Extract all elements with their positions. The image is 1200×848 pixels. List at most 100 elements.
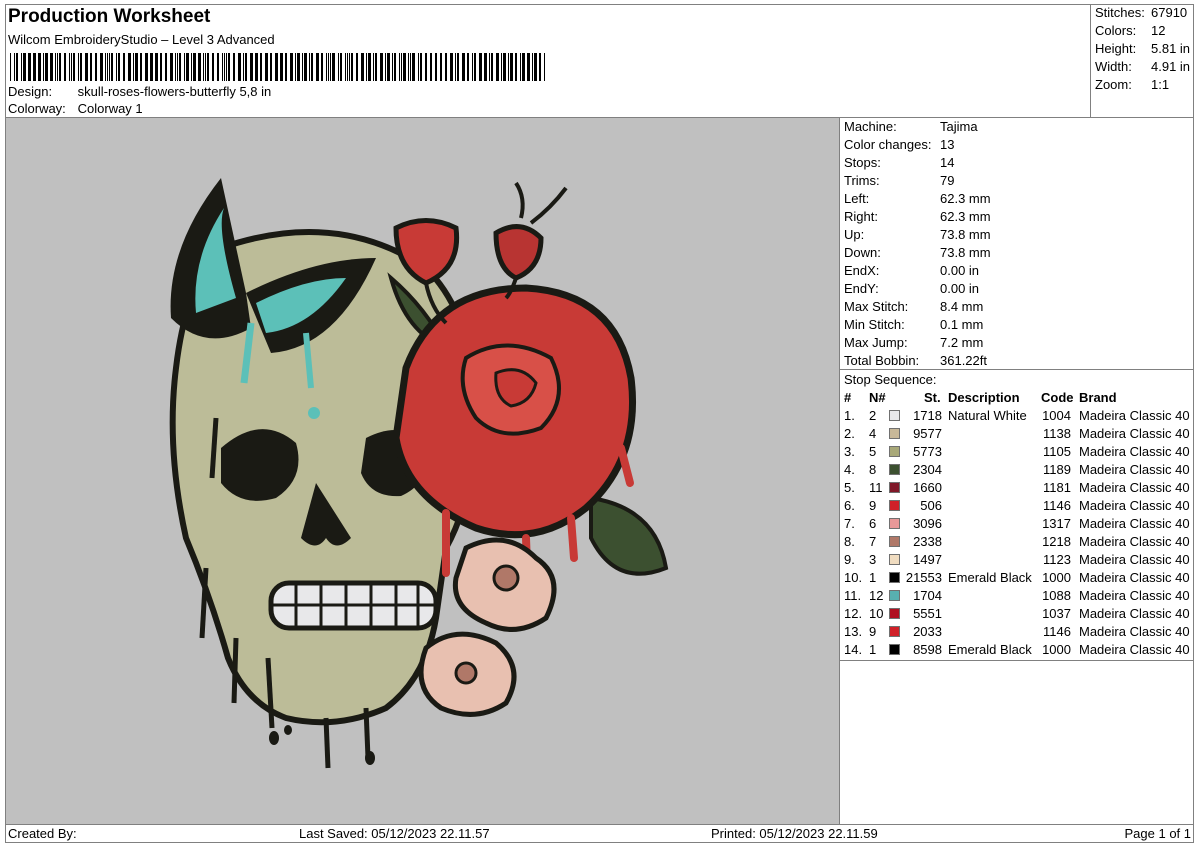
needle-number: 5 [869, 444, 877, 459]
drip-dots [269, 725, 375, 765]
thread-brand: Madeira Classic 40 [1079, 498, 1190, 513]
printed-date: Printed: 05/12/2023 22.11.59 [711, 826, 878, 841]
table-row: 5. 11 1660 1181 Madeira Classic 40 [840, 479, 1194, 497]
machine-info-row: Trims: 79 [844, 173, 954, 188]
stitch-count: 5551 [913, 606, 942, 621]
stitch-count: 1497 [913, 552, 942, 567]
needle-number: 1 [869, 642, 877, 657]
info-label: Right: [844, 209, 878, 224]
thread-code: 1138 [1043, 426, 1071, 441]
colorway-value: Colorway 1 [77, 101, 143, 116]
stat-colors: Colors: 12 [1095, 23, 1166, 38]
stop-sequence-title: Stop Sequence: [844, 372, 937, 387]
info-label: Total Bobbin: [844, 353, 920, 368]
color-swatch [889, 536, 900, 547]
machine-info-row: Down: 73.8 mm [844, 245, 991, 260]
needle-number: 6 [869, 516, 877, 531]
thread-brand: Madeira Classic 40 [1079, 516, 1190, 531]
colorway-row: Colorway: Colorway 1 [8, 101, 143, 116]
stop-number: 14. [844, 642, 863, 657]
thread-code: 1146 [1043, 624, 1071, 639]
needle-number: 9 [869, 498, 877, 513]
needle-number: 4 [869, 426, 877, 441]
stop-number: 11. [844, 588, 862, 603]
stop-number: 12. [844, 606, 863, 621]
stitch-count: 3096 [913, 516, 942, 531]
machine-info-row: Right: 62.3 mm [844, 209, 991, 224]
needle-number: 2 [869, 408, 877, 423]
info-label: Color changes: [844, 137, 932, 152]
color-swatch [889, 410, 900, 421]
color-swatch [889, 446, 900, 457]
stop-number: 9. [844, 552, 855, 567]
info-value: 13 [940, 137, 955, 152]
stitch-count: 1718 [913, 408, 942, 423]
table-row: 6. 9 506 1146 Madeira Classic 40 [840, 497, 1194, 515]
thread-code: 1123 [1043, 552, 1071, 567]
stitch-count: 8598 [913, 642, 942, 657]
info-label: EndY: [844, 281, 879, 296]
stat-zoom: Zoom: 1:1 [1095, 77, 1170, 92]
flower [452, 537, 557, 632]
table-row: 4. 8 2304 1189 Madeira Classic 40 [840, 461, 1194, 479]
table-row: 12. 10 5551 1037 Madeira Classic 40 [840, 605, 1194, 623]
embroidery-illustration [169, 178, 669, 769]
stop-number: 13. [844, 624, 863, 639]
info-value: 79 [940, 173, 955, 188]
thread-code: 1218 [1042, 534, 1071, 549]
color-swatch [889, 608, 900, 619]
divider [840, 660, 1194, 661]
machine-info-row: Min Stitch: 0.1 mm [844, 317, 983, 332]
worksheet-header: Production Worksheet Wilcom EmbroiderySt… [6, 5, 1090, 117]
design-value: skull-roses-flowers-butterfly 5,8 in [77, 84, 272, 99]
color-swatch [889, 500, 900, 511]
stitch-count: 21553 [905, 570, 942, 585]
color-description: Natural White [948, 408, 1027, 423]
leaf [589, 495, 669, 576]
created-by: Created By: [8, 826, 77, 841]
barcode [10, 53, 545, 81]
info-value: 0.00 in [940, 281, 980, 296]
col-brand: Brand [1079, 390, 1117, 405]
info-value: 7.2 mm [940, 335, 984, 350]
thread-code: 1037 [1042, 606, 1071, 621]
needle-number: 7 [869, 534, 877, 549]
info-value: 14 [940, 155, 955, 170]
needle-number: 3 [869, 552, 877, 567]
machine-info: Machine: Tajima Color changes: 13 Stops: 14 Tr… [840, 118, 1194, 370]
stop-number: 6. [844, 498, 855, 513]
thread-code: 1317 [1042, 516, 1071, 531]
stitch-count: 2304 [913, 462, 942, 477]
info-value: 62.3 mm [940, 191, 991, 206]
thread-code: 1000 [1042, 642, 1071, 657]
table-row: 14. 1 8598 Emerald Black 1000 Madeira Classic… [840, 641, 1194, 659]
info-label: Left: [844, 191, 870, 206]
info-label: EndX: [844, 263, 880, 278]
thread-code: 1189 [1043, 462, 1071, 477]
col-num: # [844, 390, 852, 405]
color-swatch [889, 554, 900, 565]
stat-stitches: Stitches: 67910 [1095, 5, 1188, 20]
table-row: 2. 4 9577 1138 Madeira Classic 40 [840, 425, 1194, 443]
stitch-count: 9577 [913, 426, 942, 441]
machine-info-row: Color changes: 13 [844, 137, 954, 152]
stop-number: 2. [844, 426, 855, 441]
stat-width: Width: 4.91 in [1095, 59, 1191, 74]
thread-code: 1181 [1043, 480, 1071, 495]
info-value: 8.4 mm [940, 299, 984, 314]
colorway-label: Colorway: [8, 101, 66, 116]
stitch-count: 506 [920, 498, 942, 513]
table-row: 3. 5 5773 1105 Madeira Classic 40 [840, 443, 1194, 461]
thread-code: 1088 [1042, 588, 1071, 603]
info-value: 73.8 mm [940, 245, 991, 260]
info-label: Trims: [844, 173, 880, 188]
thread-brand: Madeira Classic 40 [1079, 624, 1190, 639]
color-description: Emerald Black [948, 570, 1032, 585]
info-value: 0.00 in [940, 263, 980, 278]
stitch-count: 5773 [913, 444, 942, 459]
info-value: 361.22ft [940, 353, 987, 368]
machine-info-row: EndX: 0.00 in [844, 263, 979, 278]
software-name: Wilcom EmbroideryStudio – Level 3 Advanc… [8, 32, 275, 47]
info-label: Stops: [844, 155, 881, 170]
machine-info-row: Max Jump: 7.2 mm [844, 335, 983, 350]
